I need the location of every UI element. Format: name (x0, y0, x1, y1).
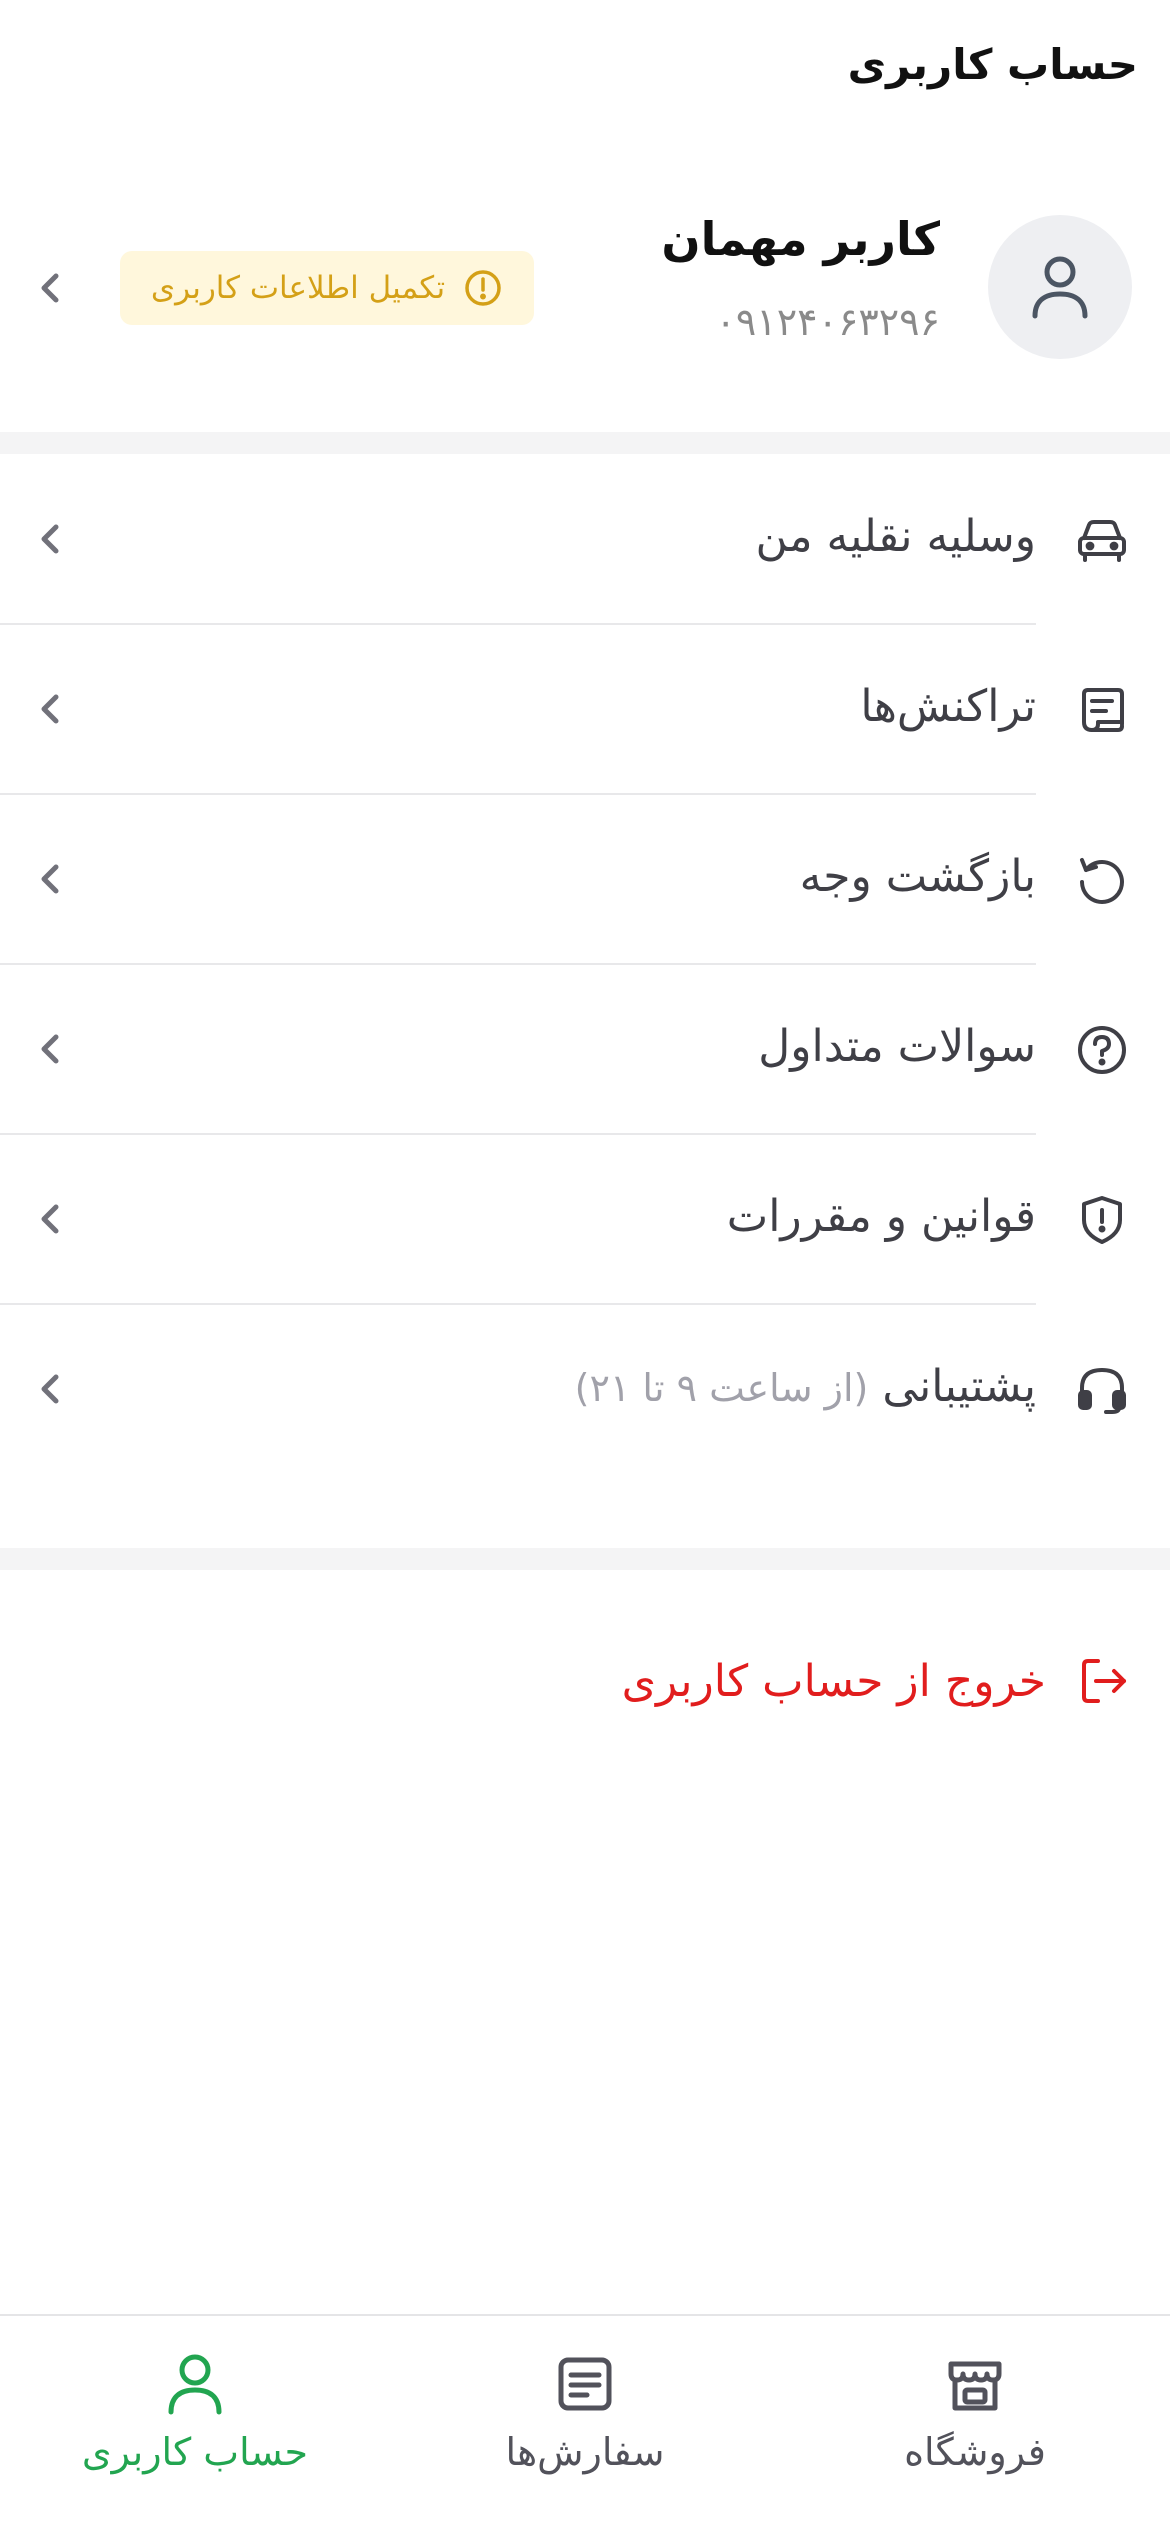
menu-label: پشتیبانی(از ساعت ۹ تا ۲۱) (574, 1361, 1036, 1412)
headset-icon (1078, 1368, 1126, 1414)
refund-icon (1080, 858, 1124, 904)
logout-icon (1082, 1659, 1126, 1703)
menu-label: وسلیه نقلیه من (755, 511, 1036, 562)
chevron-left-icon[interactable] (36, 266, 64, 310)
profile-card[interactable]: کاربر مهمان ۰۹۱۲۴۰۶۳۲۹۶ تکمیل اطلاعات کا… (0, 200, 1170, 430)
question-icon (1078, 1026, 1126, 1074)
menu-label: قوانین و مقررات (726, 1191, 1036, 1242)
page-title: حساب کاربری (847, 40, 1138, 89)
menu-label: تراکنش‌ها (860, 681, 1036, 732)
complete-profile-badge[interactable]: تکمیل اطلاعات کاربری (120, 251, 534, 325)
nav-item-orders[interactable]: سفارش‌ها (390, 2316, 780, 2532)
bottom-nav: حساب کاربری سفارش‌ها فروشگاه (0, 2314, 1170, 2532)
menu-item-faq[interactable]: سوالات متداول (0, 965, 1170, 1135)
chevron-left-icon (41, 1034, 59, 1064)
logout-button[interactable]: خروج از حساب کاربری (622, 1655, 1130, 1707)
logout-label: خروج از حساب کاربری (621, 1655, 1046, 1707)
orders-icon (558, 2357, 612, 2411)
avatar[interactable] (988, 215, 1132, 359)
nav-label: حساب کاربری (81, 2430, 309, 2474)
user-phone: ۰۹۱۲۴۰۶۳۲۹۶ (715, 300, 940, 344)
menu-label: بازگشت وجه (799, 851, 1036, 902)
nav-label: سفارش‌ها (505, 2430, 665, 2474)
settings-menu: وسلیه نقلیه من تراکنش‌ها بازگشت وجه س (0, 455, 1170, 1475)
nav-item-account[interactable]: حساب کاربری (0, 2316, 390, 2532)
menu-item-refund[interactable]: بازگشت وجه (0, 795, 1170, 965)
shield-alert-icon (1082, 1196, 1122, 1244)
chevron-left-icon (41, 864, 59, 894)
section-divider (0, 1548, 1170, 1570)
car-icon (1078, 520, 1126, 562)
receipt-icon (1082, 688, 1124, 732)
menu-item-support[interactable]: پشتیبانی(از ساعت ۹ تا ۲۱) (0, 1305, 1170, 1475)
nav-label: فروشگاه (904, 2430, 1046, 2474)
user-name: کاربر مهمان (661, 212, 940, 266)
chevron-left-icon (41, 524, 59, 554)
support-hours: (از ساعت ۹ تا ۲۱) (574, 1366, 869, 1410)
user-icon (1032, 256, 1088, 319)
chevron-left-icon (41, 694, 59, 724)
chevron-left-icon (41, 1204, 59, 1234)
store-icon (948, 2361, 1002, 2411)
chevron-left-icon (41, 1374, 59, 1404)
menu-item-transactions[interactable]: تراکنش‌ها (0, 625, 1170, 795)
nav-item-store[interactable]: فروشگاه (780, 2316, 1170, 2532)
complete-profile-label: تکمیل اطلاعات کاربری (150, 270, 446, 306)
menu-item-terms[interactable]: قوانین و مقررات (0, 1135, 1170, 1305)
alert-circle-icon (465, 270, 501, 306)
menu-label: سوالات متداول (758, 1021, 1036, 1072)
menu-item-vehicle[interactable]: وسلیه نقلیه من (0, 455, 1170, 625)
user-icon (168, 2354, 222, 2415)
section-divider (0, 432, 1170, 454)
